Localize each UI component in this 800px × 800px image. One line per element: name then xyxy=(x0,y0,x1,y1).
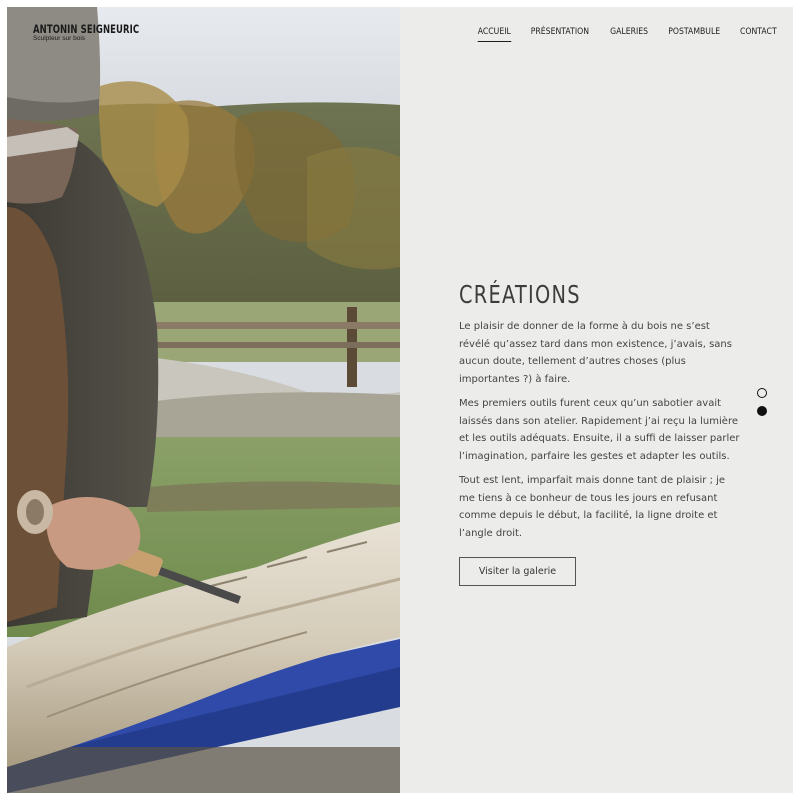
paragraph-3: Tout est lent, imparfait mais donne tant… xyxy=(459,475,726,539)
main-nav: ACCUEIL PRÉSENTATION GALERIES POSTAMBULE… xyxy=(475,27,781,42)
photo-woodcarver-icon xyxy=(7,7,400,793)
section-title: CRÉATIONS xyxy=(459,280,581,309)
visit-gallery-button[interactable]: Visiter la galerie xyxy=(459,557,576,586)
nav-item-presentation[interactable]: PRÉSENTATION xyxy=(531,27,589,42)
site-brand[interactable]: ANTONIN SEIGNEURIC Sculpteur sur bois xyxy=(33,23,162,42)
site-name: ANTONIN SEIGNEURIC xyxy=(33,22,140,36)
slider-dots xyxy=(757,388,767,424)
content-panel: ACCUEIL PRÉSENTATION GALERIES POSTAMBULE… xyxy=(400,7,793,793)
site-tagline: Sculpteur sur bois xyxy=(33,35,86,42)
page-frame: ANTONIN SEIGNEURIC Sculpteur sur bois AC… xyxy=(7,7,793,793)
nav-item-accueil[interactable]: ACCUEIL xyxy=(477,27,511,42)
nav-item-galeries[interactable]: GALERIES xyxy=(610,27,648,42)
paragraph-2: Mes premiers outils furent ceux qu’un sa… xyxy=(459,398,740,462)
nav-item-postambule[interactable]: POSTAMBULE xyxy=(668,27,720,42)
nav-item-contact[interactable]: CONTACT xyxy=(740,27,777,42)
hero-content: CRÉATIONS Le plaisir de donner de la for… xyxy=(459,280,744,586)
slider-dot-2[interactable] xyxy=(757,406,767,416)
hero-photo xyxy=(7,7,400,793)
paragraph-1: Le plaisir de donner de la forme à du bo… xyxy=(459,321,732,385)
slider-dot-1[interactable] xyxy=(757,388,767,398)
